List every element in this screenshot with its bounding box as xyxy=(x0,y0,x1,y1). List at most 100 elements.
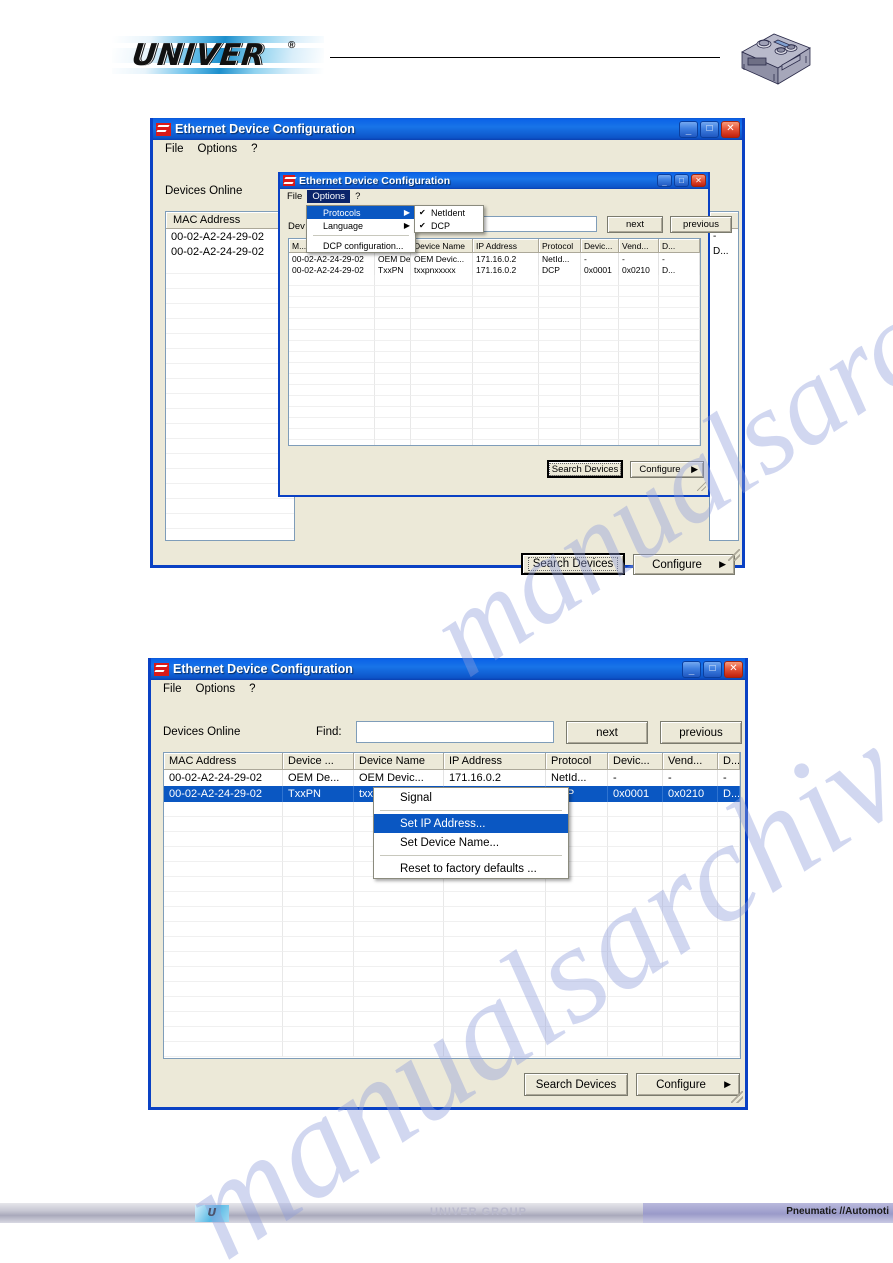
column-header-device-name[interactable]: Device Name xyxy=(411,239,473,253)
grid-blank-row xyxy=(289,385,700,396)
row-context-menu[interactable]: Signal Set IP Address... Set Device Name… xyxy=(373,787,569,879)
menu-item-language[interactable]: Language ▶ xyxy=(307,219,415,232)
list-blank-row xyxy=(166,349,294,364)
column-header-device-id[interactable]: Devic... xyxy=(608,753,663,770)
devices-online-label: Dev xyxy=(288,221,305,232)
window-ethernet-device-configuration-3[interactable]: Ethernet Device Configuration _ □ ✕ File… xyxy=(148,658,748,1110)
configure-button-figure2[interactable]: Configure ▶ xyxy=(636,1073,740,1096)
search-devices-button-inner-1[interactable]: Search Devices xyxy=(547,460,623,478)
devices-grid-inner-1[interactable]: M... Device Name IP Address Protocol Dev… xyxy=(288,238,701,446)
next-label: next xyxy=(626,219,644,230)
context-menu-item-reset-to-factory-defaults[interactable]: Reset to factory defaults ... xyxy=(374,859,568,878)
cell-ip-address: 171.16.0.2 xyxy=(473,264,539,275)
grid-blank-row xyxy=(289,429,700,440)
menubar-figure2[interactable]: File Options ? xyxy=(151,680,745,699)
univer-logo: UNIVER ® xyxy=(112,36,324,74)
maximize-button[interactable]: □ xyxy=(674,174,689,187)
column-header-mac-address[interactable]: MAC Address xyxy=(164,753,283,770)
devices-list-outer-1[interactable]: MAC Address 00-02-A2-24-29-02 00-02-A2-2… xyxy=(165,211,295,541)
footer-ghost-text: UNIVER GROUP xyxy=(430,1206,527,1218)
menubar-inner-1[interactable]: File Options ? xyxy=(280,189,708,205)
protocols-submenu[interactable]: ✔ NetIdent ✔ DCP xyxy=(414,205,484,233)
table-row[interactable]: 00-02-A2-24-29-02 TxxPN txxpnxxxxx 171.1… xyxy=(289,264,700,275)
column-header-d[interactable]: D... xyxy=(718,753,740,770)
resize-grip[interactable] xyxy=(731,1091,743,1103)
column-header-vendor-id[interactable]: Vend... xyxy=(663,753,718,770)
previous-button[interactable]: previous xyxy=(660,721,742,744)
menu-item-netident[interactable]: ✔ NetIdent xyxy=(415,206,483,219)
close-button[interactable]: ✕ xyxy=(691,174,706,187)
menu-item-dcp-configuration[interactable]: DCP configuration... xyxy=(307,239,415,252)
resize-grip[interactable] xyxy=(697,482,706,491)
cell-device-type: OEM De... xyxy=(375,253,411,264)
cell-d: D... xyxy=(659,264,700,275)
table-row[interactable]: 00-02-A2-24-29-02 OEM De... OEM Devic...… xyxy=(164,770,740,786)
window-buttons[interactable]: _ □ ✕ xyxy=(679,120,740,138)
next-button[interactable]: next xyxy=(566,721,648,744)
list-item[interactable]: D... xyxy=(710,244,738,259)
configure-button-inner-1[interactable]: Configure ▶ xyxy=(630,461,704,478)
column-header-protocol[interactable]: Protocol xyxy=(546,753,608,770)
titlebar-figure2[interactable]: Ethernet Device Configuration _ □ ✕ xyxy=(151,658,745,680)
titlebar-inner-1[interactable]: Ethernet Device Configuration _ □ ✕ xyxy=(280,172,708,189)
menu-options[interactable]: Options xyxy=(191,142,245,156)
list-item[interactable]: 00-02-A2-24-29-02 xyxy=(166,229,294,244)
window-ethernet-device-configuration-2[interactable]: Ethernet Device Configuration _ □ ✕ File… xyxy=(278,172,732,497)
column-header-d[interactable]: D... xyxy=(659,239,700,253)
configure-button-outer-1[interactable]: Configure ▶ xyxy=(633,554,735,575)
menu-help[interactable]: ? xyxy=(350,190,365,203)
resize-grip[interactable] xyxy=(728,549,740,561)
titlebar-outer-1[interactable]: Ethernet Device Configuration _ □ ✕ xyxy=(153,118,742,140)
cell-device-name: txxpnxxxxx xyxy=(411,264,473,275)
menu-file[interactable]: File xyxy=(158,142,191,156)
column-header-ip-address[interactable]: IP Address xyxy=(444,753,546,770)
search-devices-button-outer-1[interactable]: Search Devices xyxy=(521,553,625,575)
menu-item-netident-label: NetIdent xyxy=(431,207,466,218)
column-header-ip-address[interactable]: IP Address xyxy=(473,239,539,253)
minimize-button[interactable]: _ xyxy=(657,174,672,187)
menu-help[interactable]: ? xyxy=(244,142,264,156)
table-row[interactable]: 00-02-A2-24-29-02 OEM De... OEM Devic...… xyxy=(289,253,700,264)
minimize-button[interactable]: _ xyxy=(679,120,698,138)
context-menu-item-set-device-name[interactable]: Set Device Name... xyxy=(374,833,568,852)
next-label: next xyxy=(596,726,618,739)
window-buttons[interactable]: _ □ ✕ xyxy=(682,660,743,678)
list-blank-row xyxy=(166,454,294,469)
maximize-button[interactable]: □ xyxy=(703,660,722,678)
menubar-outer-1[interactable]: File Options ? xyxy=(153,140,742,159)
list-item[interactable]: 00-02-A2-24-29-02 xyxy=(166,244,294,259)
column-header-device-name[interactable]: Device Name xyxy=(354,753,444,770)
next-button[interactable]: next xyxy=(607,216,663,233)
column-header-protocol[interactable]: Protocol xyxy=(539,239,581,253)
column-header-mac-address[interactable]: MAC Address xyxy=(166,212,294,229)
context-menu-item-reset-to-factory-defaults-label: Reset to factory defaults ... xyxy=(400,862,537,875)
grid-header-row[interactable]: MAC Address Device ... Device Name IP Ad… xyxy=(164,753,740,770)
previous-button[interactable]: previous xyxy=(670,216,732,233)
column-header-device-type[interactable]: Device ... xyxy=(283,753,354,770)
minimize-button[interactable]: _ xyxy=(682,660,701,678)
menu-help[interactable]: ? xyxy=(242,682,262,696)
chevron-right-icon: ▶ xyxy=(403,208,410,217)
menu-item-dcp[interactable]: ✔ DCP xyxy=(415,219,483,232)
maximize-button[interactable]: □ xyxy=(700,120,719,138)
window-buttons[interactable]: _ □ ✕ xyxy=(657,174,706,187)
menu-options[interactable]: Options xyxy=(189,682,243,696)
context-menu-item-set-ip-address[interactable]: Set IP Address... xyxy=(374,814,568,833)
column-header-vendor-id[interactable]: Vend... xyxy=(619,239,659,253)
page-header: UNIVER ® xyxy=(0,0,893,100)
window-body-figure2: Devices Online Find: next previous MAC A… xyxy=(151,699,745,1105)
find-input[interactable] xyxy=(356,721,554,743)
devices-list-right-sliver-outer-1[interactable]: D... - D... xyxy=(709,211,739,541)
cell-device-name: OEM Devic... xyxy=(354,770,444,786)
menu-item-protocols[interactable]: Protocols ▶ xyxy=(307,206,415,219)
column-header-device-id[interactable]: Devic... xyxy=(581,239,619,253)
close-button[interactable]: ✕ xyxy=(724,660,743,678)
menu-options[interactable]: Options xyxy=(307,190,351,203)
search-devices-button-figure2[interactable]: Search Devices xyxy=(524,1073,628,1096)
options-dropdown-menu[interactable]: Protocols ▶ Language ▶ DCP configuration… xyxy=(306,205,416,253)
cell-vendor-id: 0x0210 xyxy=(663,786,718,802)
menu-file[interactable]: File xyxy=(156,682,189,696)
context-menu-item-signal[interactable]: Signal xyxy=(374,788,568,807)
close-button[interactable]: ✕ xyxy=(721,120,740,138)
menu-file[interactable]: File xyxy=(282,190,307,203)
